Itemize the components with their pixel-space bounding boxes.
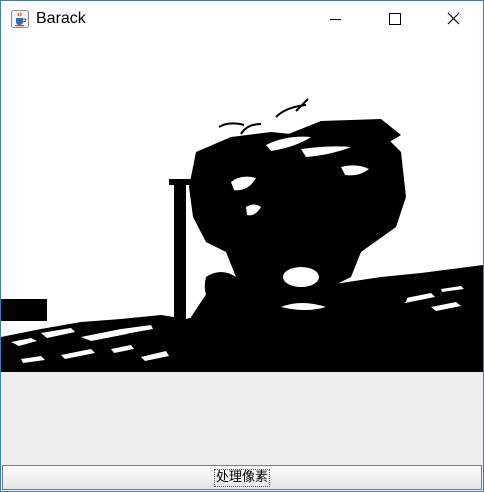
minimize-button[interactable] xyxy=(307,1,365,37)
process-pixels-button[interactable]: 处理像素 xyxy=(2,465,482,490)
maximize-icon xyxy=(389,13,401,25)
maximize-button[interactable] xyxy=(365,1,423,37)
close-icon xyxy=(447,12,460,25)
title-bar[interactable]: Barack xyxy=(1,1,483,37)
java-cup-icon[interactable] xyxy=(11,10,29,28)
window-title: Barack xyxy=(36,10,86,27)
app-window: Barack 处理像素 xyxy=(0,0,484,492)
minimize-icon xyxy=(330,19,341,20)
button-bar: 处理像素 xyxy=(1,465,483,491)
binarized-photo xyxy=(1,37,483,375)
process-pixels-label: 处理像素 xyxy=(213,468,270,487)
binarized-image xyxy=(1,37,483,375)
content-pane xyxy=(1,37,483,465)
close-button[interactable] xyxy=(425,1,483,37)
